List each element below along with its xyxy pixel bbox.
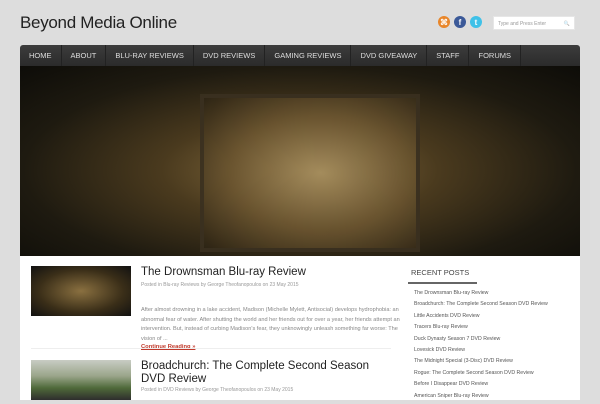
- twitter-icon[interactable]: t: [470, 16, 482, 28]
- continue-reading-link[interactable]: Continue Reading »: [141, 344, 195, 350]
- social-links: ⌘ f t: [438, 16, 482, 28]
- main-nav: HOME ABOUT BLU-RAY REVIEWS DVD REVIEWS G…: [20, 45, 580, 66]
- recent-posts-list: The Drownsman Blu-ray Review Broadchurch…: [414, 290, 548, 404]
- rss-icon[interactable]: ⌘: [438, 16, 450, 28]
- post-title[interactable]: Broadchurch: The Complete Second Season …: [141, 360, 396, 386]
- search-input[interactable]: Type and Press Enter 🔍: [493, 16, 575, 30]
- nav-gaming-reviews[interactable]: GAMING REVIEWS: [265, 45, 352, 66]
- post-title[interactable]: The Drownsman Blu-ray Review: [141, 266, 396, 279]
- post-divider: [31, 348, 391, 349]
- recent-post-link[interactable]: Lovesick DVD Review: [414, 347, 548, 358]
- post-thumbnail[interactable]: [31, 266, 131, 316]
- hero-window-frame: [200, 94, 420, 252]
- nav-blu-ray-reviews[interactable]: BLU-RAY REVIEWS: [106, 45, 194, 66]
- recent-post-link[interactable]: Before I Disappear DVD Review: [414, 381, 548, 392]
- sidebar-title-underline: [408, 282, 477, 284]
- recent-post-link[interactable]: Duck Dynasty Season 7 DVD Review: [414, 336, 548, 347]
- recent-post-link[interactable]: The Drownsman Blu-ray Review: [414, 290, 548, 301]
- recent-post-link[interactable]: Rogue: The Complete Second Season DVD Re…: [414, 370, 548, 381]
- post-meta: Posted in DVD Reviews by George Theofano…: [141, 387, 294, 393]
- nav-staff[interactable]: STAFF: [427, 45, 470, 66]
- post-excerpt: After almost drowning in a lake accident…: [141, 307, 400, 342]
- post-thumbnail[interactable]: [31, 360, 131, 400]
- recent-post-link[interactable]: American Sniper Blu-ray Review: [414, 393, 548, 404]
- nav-about[interactable]: ABOUT: [62, 45, 107, 66]
- recent-post-link[interactable]: Little Accidents DVD Review: [414, 313, 548, 324]
- site-title[interactable]: Beyond Media Online: [20, 13, 177, 33]
- recent-post-link[interactable]: The Midnight Special (3-Disc) DVD Review: [414, 358, 548, 369]
- search-icon[interactable]: 🔍: [564, 21, 570, 27]
- search-placeholder: Type and Press Enter: [498, 21, 547, 27]
- facebook-icon[interactable]: f: [454, 16, 466, 28]
- featured-slider-image[interactable]: [20, 66, 580, 256]
- recent-post-link[interactable]: Broadchurch: The Complete Second Season …: [414, 301, 548, 312]
- nav-home[interactable]: HOME: [20, 45, 62, 66]
- nav-dvd-reviews[interactable]: DVD REVIEWS: [194, 45, 266, 66]
- post-item: The Drownsman Blu-ray Review Posted in B…: [31, 266, 400, 356]
- nav-forums[interactable]: FORUMS: [469, 45, 521, 66]
- post-meta: Posted in Blu-ray Reviews by George Theo…: [141, 282, 299, 288]
- post-item: Broadchurch: The Complete Second Season …: [31, 360, 391, 400]
- nav-dvd-giveaway[interactable]: DVD GIVEAWAY: [351, 45, 428, 66]
- content-area: The Drownsman Blu-ray Review Posted in B…: [20, 256, 580, 400]
- recent-post-link[interactable]: Tracers Blu-ray Review: [414, 324, 548, 335]
- sidebar-title: RECENT POSTS: [411, 268, 470, 277]
